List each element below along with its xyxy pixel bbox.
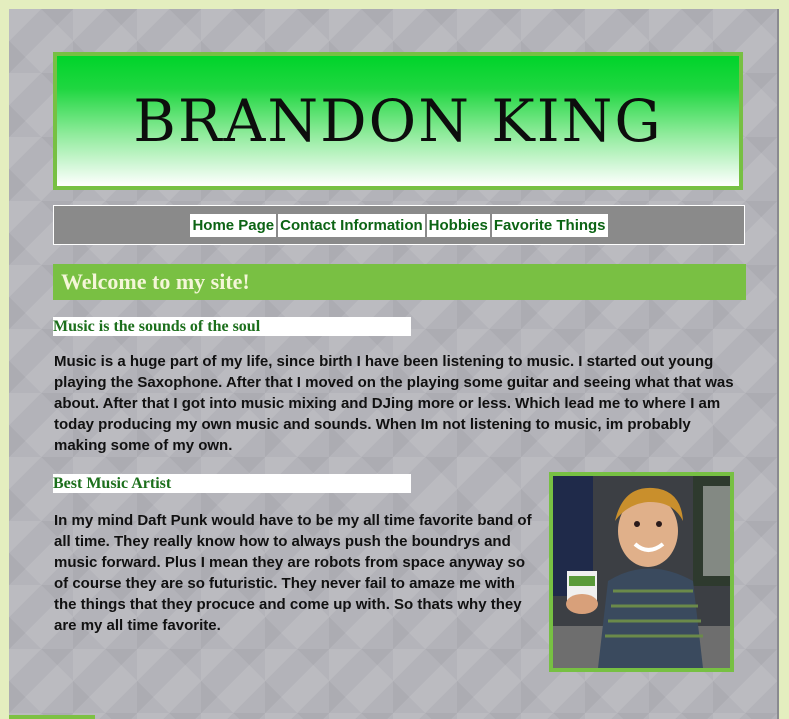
- scroll-edge: [777, 9, 779, 719]
- nav-hobbies[interactable]: Hobbies: [426, 213, 490, 237]
- artist-section-heading: Best Music Artist: [53, 474, 411, 493]
- artist-section-text: In my mind Daft Punk would have to be my…: [54, 512, 532, 634]
- profile-photo-image: [553, 476, 730, 668]
- header-banner: BRANDON KING: [53, 52, 743, 190]
- bottom-accent-bar: [9, 715, 95, 719]
- profile-photo: [549, 472, 734, 672]
- nav-contact-information[interactable]: Contact Information: [278, 213, 425, 237]
- welcome-heading: Welcome to my site!: [61, 269, 250, 294]
- site-title: BRANDON KING: [133, 87, 663, 155]
- nav-home-page[interactable]: Home Page: [190, 213, 277, 237]
- welcome-bar: Welcome to my site!: [53, 264, 746, 300]
- music-section-heading: Music is the sounds of the soul: [53, 317, 411, 336]
- nav-favorite-things[interactable]: Favorite Things: [491, 213, 608, 237]
- music-section-text: Music is a huge part of my life, since b…: [54, 353, 734, 454]
- nav-bar: Home Page Contact Information Hobbies Fa…: [53, 205, 745, 245]
